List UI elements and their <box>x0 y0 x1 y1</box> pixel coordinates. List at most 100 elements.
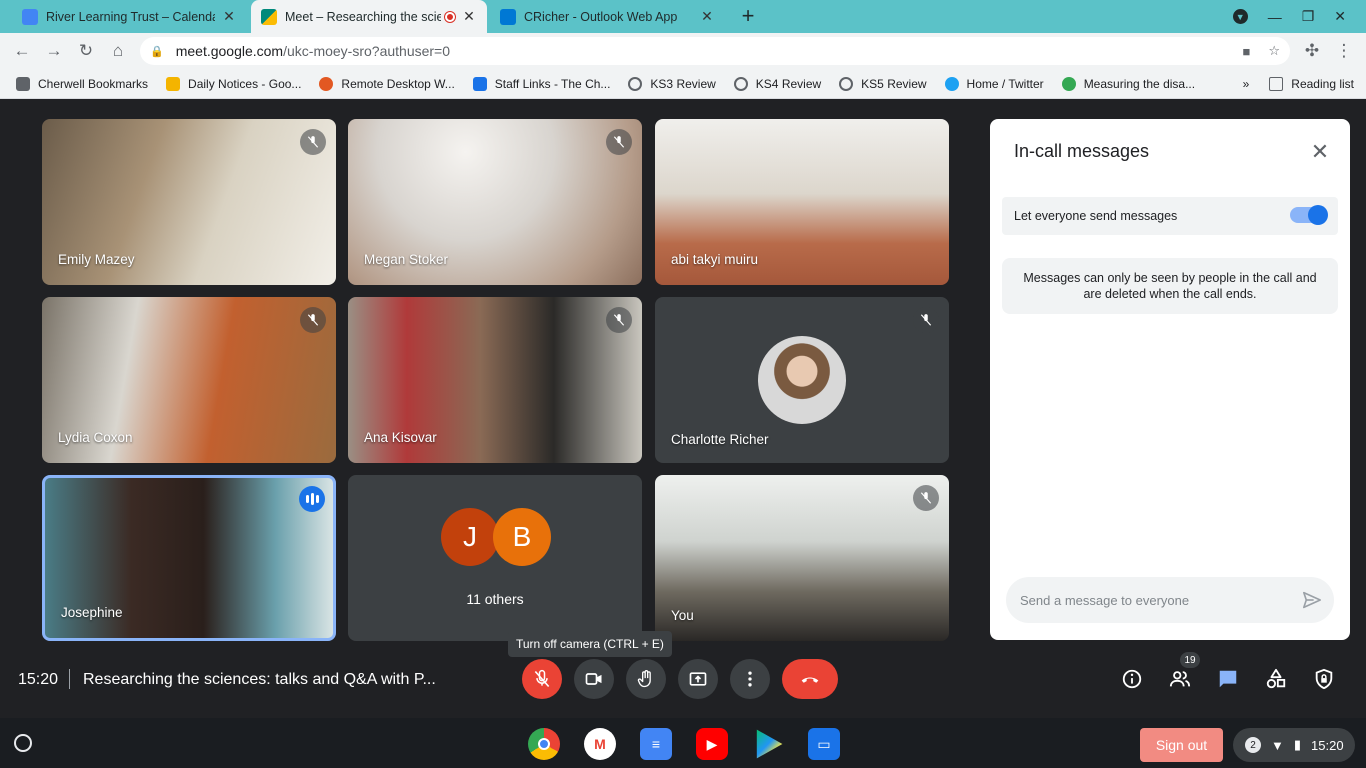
lock-icon[interactable]: 🔒 <box>150 45 164 58</box>
host-controls-button[interactable] <box>1312 667 1336 691</box>
meet-stage: Emily Mazey Megan Stoker abi takyi muiru… <box>0 100 1366 718</box>
recording-icon <box>445 11 455 22</box>
restore-icon[interactable]: ❐ <box>1302 8 1315 25</box>
files-app-icon[interactable]: ▭ <box>808 728 840 760</box>
more-vert-icon <box>748 671 752 687</box>
people-button[interactable] <box>1168 667 1192 691</box>
forward-icon[interactable]: → <box>42 39 66 63</box>
tab-close-icon[interactable]: ✕ <box>461 8 477 25</box>
message-input[interactable] <box>1006 577 1334 623</box>
tab-outlook[interactable]: CRicher - Outlook Web App ✕ <box>490 0 725 33</box>
bookmark-item[interactable]: Staff Links - The Ch... <box>472 76 611 91</box>
folder-icon <box>16 76 30 91</box>
tab-strip: River Learning Trust – Calendar ✕ Meet –… <box>0 0 1366 33</box>
camera-in-use-icon[interactable]: ■ <box>1242 44 1250 59</box>
chat-icon <box>1219 670 1237 688</box>
bookmark-item[interactable]: KS3 Review <box>628 76 716 91</box>
window-controls: ▼ — ❐ ✕ <box>1232 0 1346 33</box>
tab-meet[interactable]: Meet – Researching the scie ✕ <box>251 0 487 33</box>
reading-list-button[interactable]: Reading list <box>1269 77 1354 91</box>
meeting-clock: 15:20 <box>18 671 59 688</box>
chat-button[interactable] <box>1216 667 1240 691</box>
tab-close-icon[interactable]: ✕ <box>221 8 237 25</box>
mic-muted-icon <box>300 129 326 155</box>
browser-menu-icon[interactable]: ⋮ <box>1332 39 1356 63</box>
bookmark-label: KS3 Review <box>650 76 716 91</box>
participant-tile[interactable]: Emily Mazey <box>42 119 336 285</box>
participant-tile-active-speaker[interactable]: Josephine <box>42 475 336 641</box>
let-everyone-send-toggle[interactable] <box>1290 205 1328 225</box>
avatar <box>758 336 846 424</box>
bookmark-label: Staff Links - The Ch... <box>494 76 611 91</box>
address-bar[interactable]: 🔒 meet.google.com/ukc-moey-sro?authuser=… <box>140 37 1290 65</box>
gmail-app-icon[interactable]: M <box>584 728 616 760</box>
others-avatars: J B <box>441 508 551 566</box>
bookmark-item[interactable]: Measuring the disa... <box>1061 76 1195 91</box>
participant-name: You <box>671 608 694 623</box>
meeting-details-button[interactable] <box>1120 667 1144 691</box>
bookmark-star-icon[interactable]: ☆ <box>1268 43 1280 59</box>
tab-calendar[interactable]: River Learning Trust – Calendar ✕ <box>12 0 247 33</box>
extensions-icon[interactable]: ✣ <box>1300 39 1324 63</box>
mic-muted-icon <box>606 307 632 333</box>
panel-title: In-call messages <box>1014 141 1150 161</box>
camera-tooltip: Turn off camera (CTRL + E) <box>508 631 672 657</box>
close-window-icon[interactable]: ✕ <box>1334 8 1346 25</box>
bookmark-item[interactable]: KS4 Review <box>733 76 822 91</box>
new-tab-icon[interactable]: + <box>738 5 758 27</box>
leave-call-button[interactable] <box>782 659 838 699</box>
tab-search-icon[interactable]: ▼ <box>1232 9 1248 24</box>
info-icon <box>1122 669 1142 689</box>
more-bookmarks-icon[interactable]: » <box>1243 77 1250 91</box>
launcher-icon[interactable] <box>14 734 32 752</box>
mic-muted-icon <box>606 129 632 155</box>
bookmark-label: KS4 Review <box>755 76 822 91</box>
tab-title: CRicher - Outlook Web App <box>524 9 678 24</box>
participant-tile[interactable]: Charlotte Richer <box>655 297 949 463</box>
docs-app-icon[interactable]: ≡ <box>640 728 672 760</box>
people-count-badge: 19 <box>1180 652 1200 668</box>
participant-tile[interactable]: Ana Kisovar <box>348 297 642 463</box>
play-store-app-icon[interactable] <box>756 729 783 759</box>
reload-icon[interactable]: ↻ <box>74 39 98 63</box>
raise-hand-button[interactable] <box>626 659 666 699</box>
present-screen-icon <box>689 672 707 686</box>
bookmark-item[interactable]: KS5 Review <box>839 76 927 91</box>
chrome-app-icon[interactable] <box>528 728 560 760</box>
participant-name: Megan Stoker <box>364 252 449 267</box>
participant-name: abi takyi muiru <box>671 252 759 267</box>
bookmark-item[interactable]: Home / Twitter <box>944 76 1044 91</box>
hand-icon <box>637 670 651 688</box>
notification-count: 2 <box>1245 737 1261 753</box>
bookmark-item[interactable]: Remote Desktop W... <box>319 76 455 91</box>
bookmark-item[interactable]: Cherwell Bookmarks <box>16 76 148 91</box>
calendar-favicon-icon <box>22 8 38 25</box>
bookmark-item[interactable]: Daily Notices - Goo... <box>166 76 301 91</box>
send-icon[interactable] <box>1302 591 1322 609</box>
reading-list-icon <box>1269 77 1284 91</box>
more-options-button[interactable] <box>730 659 770 699</box>
tab-close-icon[interactable]: ✕ <box>699 8 715 25</box>
home-icon[interactable]: ⌂ <box>106 39 130 63</box>
sign-out-button[interactable]: Sign out <box>1140 728 1223 762</box>
close-icon[interactable]: ✕ <box>1308 139 1332 165</box>
system-clock: 15:20 <box>1311 737 1344 753</box>
back-icon[interactable]: ← <box>10 39 34 63</box>
camera-button[interactable] <box>574 659 614 699</box>
mic-muted-icon <box>913 485 939 511</box>
minimize-icon[interactable]: — <box>1268 9 1282 25</box>
microphone-button[interactable] <box>522 659 562 699</box>
participant-tile[interactable]: Megan Stoker <box>348 119 642 285</box>
participant-tile[interactable]: abi takyi muiru <box>655 119 949 285</box>
self-tile[interactable]: You <box>655 475 949 641</box>
youtube-app-icon[interactable]: ▶ <box>696 728 728 760</box>
browser-toolbar: ← → ↻ ⌂ 🔒 meet.google.com/ukc-moey-sro?a… <box>0 33 1366 69</box>
outlook-favicon-icon <box>500 8 516 25</box>
status-tray[interactable]: 2 ▼ ▮ 15:20 <box>1233 728 1355 762</box>
others-tile[interactable]: J B 11 others <box>348 475 642 641</box>
participant-name: Ana Kisovar <box>364 430 437 445</box>
activities-button[interactable] <box>1264 667 1288 691</box>
participant-tile[interactable]: Lydia Coxon <box>42 297 336 463</box>
present-button[interactable] <box>678 659 718 699</box>
shield-lock-icon <box>1315 668 1333 690</box>
